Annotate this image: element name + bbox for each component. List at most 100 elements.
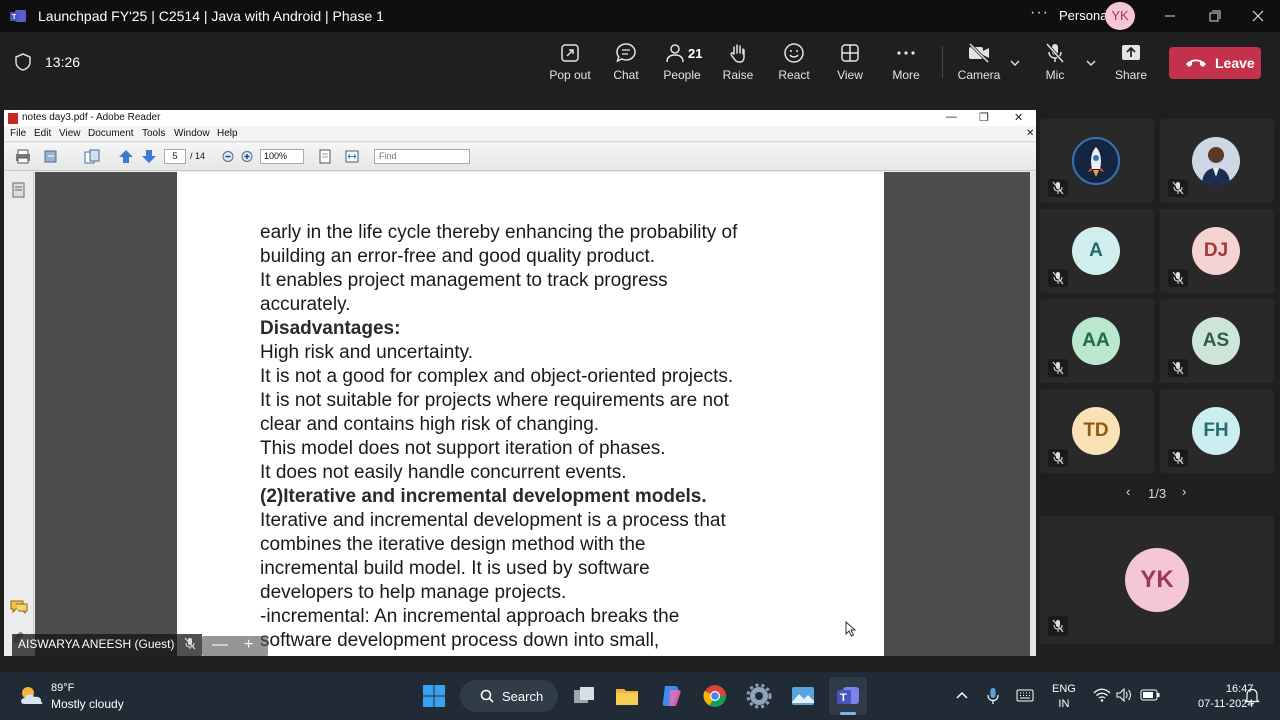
participant-tile[interactable]: A [1040,209,1154,293]
pdf-text-line: -incremental: An incremental approach br… [260,606,680,627]
restore-icon[interactable] [1204,6,1224,26]
participant-tile[interactable] [1160,119,1274,203]
zoom-out-icon[interactable] [220,149,236,164]
pdf-text-line: It does not easily handle concurrent eve… [260,462,627,483]
menu-view[interactable]: View [59,128,81,139]
people-button[interactable]: 21 People [652,42,712,88]
notification-bell-icon[interactable] [1244,687,1260,705]
grid-pager: ‹ 1/3 › [1120,484,1200,504]
reader-close-icon[interactable]: ✕ [1014,111,1023,124]
reader-minimize-icon[interactable]: — [946,111,957,123]
participant-tile[interactable] [1040,119,1154,203]
more-button[interactable]: More [876,42,936,88]
zoom-out-button[interactable]: — [212,636,228,654]
participant-tile[interactable]: AA [1040,299,1154,383]
menu-tools[interactable]: Tools [142,128,165,139]
account-label[interactable]: Personal [1059,8,1110,23]
chat-icon [616,43,636,63]
zoom-select[interactable]: 100% [260,149,304,164]
wifi-icon[interactable] [1093,688,1111,702]
chat-button[interactable]: Chat [596,42,656,88]
volume-icon[interactable] [1116,688,1132,702]
react-button[interactable]: React [764,42,824,88]
chat-label: Chat [613,68,639,82]
menu-window[interactable]: Window [174,128,210,139]
find-input[interactable]: Find [374,149,470,164]
people-icon [666,44,684,63]
document-viewport[interactable]: early in the life cycle thereby enhancin… [35,172,1030,656]
chrome-icon[interactable] [701,682,729,710]
more-options-icon[interactable]: ··· [1030,4,1049,22]
teams-logo-icon: T [10,10,26,22]
teams-taskbar-button[interactable]: T [829,677,867,715]
share-button[interactable]: Share [1101,42,1161,88]
self-view-tile[interactable]: YK [1040,516,1274,644]
comments-icon[interactable] [10,600,28,614]
camera-off-icon [968,42,990,64]
page-thumbnails-icon[interactable] [12,182,26,198]
participant-tile[interactable]: AS [1160,299,1274,383]
popout-button[interactable]: Pop out [540,42,600,88]
camera-label: Camera [957,68,1001,82]
menubar-close-icon[interactable]: ✕ [1026,128,1034,139]
mic-label: Mic [1045,68,1065,82]
windows-start-icon[interactable] [420,682,448,710]
camera-button[interactable]: Camera [949,42,1009,88]
taskbar-search[interactable]: Search [460,680,558,712]
raise-hand-button[interactable]: Raise [708,42,768,88]
show-hidden-icons-chevron-icon[interactable] [955,690,969,700]
next-page-icon[interactable] [141,149,157,164]
pdf-text-line: It is not suitable for projects where re… [260,390,729,411]
menu-edit[interactable]: Edit [34,128,51,139]
participant-tile[interactable]: TD [1040,389,1154,473]
account-avatar[interactable]: YK [1105,2,1135,30]
task-view-icon[interactable] [570,682,598,710]
file-explorer-icon[interactable] [613,682,641,710]
print-icon[interactable] [15,149,31,164]
active-indicator [840,712,856,715]
pager-prev-icon[interactable]: ‹ [1126,484,1130,499]
mic-options-chevron-icon[interactable] [1084,56,1098,70]
pages-icon[interactable] [84,149,100,164]
menu-document[interactable]: Document [88,128,134,139]
menu-help[interactable]: Help [217,128,238,139]
mic-button[interactable]: Mic [1025,42,1085,88]
close-icon[interactable] [1248,6,1268,26]
menu-file[interactable]: File [10,128,26,139]
battery-icon[interactable] [1140,689,1160,701]
minimize-icon[interactable] [1160,6,1180,26]
muted-mic-icon [1048,449,1068,467]
keyboard-icon[interactable] [1016,689,1034,702]
zoom-in-icon[interactable] [239,149,255,164]
muted-mic-icon [1168,449,1188,467]
document-scrollbar[interactable] [1030,172,1036,656]
previous-page-icon[interactable] [118,149,134,164]
settings-gear-icon[interactable] [745,682,773,710]
fit-width-icon[interactable] [344,149,360,164]
presenter-name-tag: AISWARYA ANEESH (Guest) [12,634,202,656]
attach-icon[interactable] [43,149,59,164]
copilot-icon[interactable] [657,682,685,710]
microphone-icon[interactable] [986,687,1000,705]
photos-icon[interactable] [789,682,817,710]
input-language[interactable]: ENG IN [1052,682,1076,712]
page-number-input[interactable]: 5 [164,149,186,164]
view-button[interactable]: View [820,42,880,88]
page-total: / 14 [190,151,206,161]
camera-options-chevron-icon[interactable] [1008,56,1022,70]
pdf-page: early in the life cycle thereby enhancin… [177,172,884,656]
weather-cloudy-icon[interactable] [18,684,46,706]
pdf-text-line: incremental build model. It is used by s… [260,558,650,579]
leave-button[interactable]: Leave [1169,47,1261,79]
svg-text:T: T [12,14,17,21]
zoom-in-button[interactable]: + [244,636,253,654]
reader-restore-icon[interactable]: ❐ [979,111,989,124]
pager-next-icon[interactable]: › [1182,484,1186,499]
fit-page-icon[interactable] [317,149,333,164]
svg-text:T: T [840,692,847,704]
participant-tile[interactable]: DJ [1160,209,1274,293]
participant-tile[interactable]: FH [1160,389,1274,473]
weather-temp: 89°F [51,682,75,694]
view-label: View [837,68,863,82]
more-label: More [892,68,920,82]
